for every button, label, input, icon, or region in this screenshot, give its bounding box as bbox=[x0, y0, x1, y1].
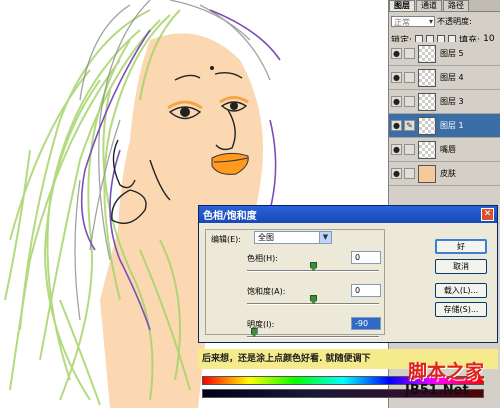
portrait-sketch-icon bbox=[4, 0, 281, 408]
link-slot-icon[interactable] bbox=[404, 96, 415, 107]
eye-icon[interactable]: ● bbox=[391, 144, 402, 155]
brush-icon[interactable]: ✎ bbox=[404, 120, 415, 131]
close-icon[interactable]: ✕ bbox=[481, 208, 494, 221]
link-slot-icon[interactable] bbox=[404, 48, 415, 59]
eye-icon[interactable]: ● bbox=[391, 120, 402, 131]
cancel-button[interactable]: 取消 bbox=[435, 259, 487, 274]
chevron-down-icon: ▼ bbox=[319, 232, 331, 243]
eye-icon[interactable]: ● bbox=[391, 96, 402, 107]
layer-list: ● 图层 5 ● 图层 4 ● 图层 3 ● ✎ 图层 1 ● 嘴唇 ● 皮肤 bbox=[389, 42, 500, 186]
dialog-title: 色相/饱和度 bbox=[203, 211, 257, 222]
eye-icon[interactable]: ● bbox=[391, 48, 402, 59]
panel-tabs: 图层 通道 路径 bbox=[389, 0, 500, 12]
tab-layers[interactable]: 图层 bbox=[389, 0, 415, 11]
opacity-label: 不透明度: bbox=[437, 16, 472, 26]
link-slot-icon[interactable] bbox=[404, 72, 415, 83]
layer-thumbnail bbox=[418, 164, 436, 183]
layers-panel: 图层 通道 路径 正常 不透明度: 锁定: 填充: 10 ● 图层 5 ● 图层… bbox=[388, 0, 500, 408]
layer-thumbnail bbox=[418, 92, 436, 111]
layer-thumbnail bbox=[418, 68, 436, 87]
layer-name: 嘴唇 bbox=[440, 145, 456, 154]
layer-row[interactable]: ● 图层 5 bbox=[389, 42, 500, 66]
eye-icon[interactable]: ● bbox=[391, 72, 402, 83]
watermark-url: JB51.Net bbox=[405, 383, 469, 398]
load-button[interactable]: 载入(L)... bbox=[435, 283, 487, 298]
layer-thumbnail bbox=[418, 44, 436, 63]
eye-icon[interactable]: ● bbox=[391, 168, 402, 179]
hue-input[interactable]: 0 bbox=[351, 251, 381, 264]
layer-row-selected[interactable]: ● ✎ 图层 1 bbox=[389, 114, 500, 138]
watermark-text: 脚本之家 bbox=[408, 361, 485, 383]
layer-name: 图层 1 bbox=[440, 121, 464, 130]
layer-name: 图层 4 bbox=[440, 73, 464, 82]
edit-label: 编辑(E): bbox=[211, 235, 241, 244]
edit-select-value: 全图 bbox=[258, 233, 274, 242]
tab-paths[interactable]: 路径 bbox=[443, 0, 469, 11]
layer-thumbnail bbox=[418, 140, 436, 159]
saturation-label: 饱和度(A): bbox=[247, 287, 286, 296]
layer-row[interactable]: ● 嘴唇 bbox=[389, 138, 500, 162]
layer-thumbnail bbox=[418, 116, 436, 135]
dialog-titlebar[interactable]: 色相/饱和度 bbox=[199, 206, 497, 223]
layer-row[interactable]: ● 皮肤 bbox=[389, 162, 500, 186]
layer-name: 图层 3 bbox=[440, 97, 464, 106]
link-slot-icon[interactable] bbox=[404, 144, 415, 155]
lightness-input[interactable]: -90 bbox=[351, 317, 381, 330]
lightness-slider-track[interactable] bbox=[247, 336, 379, 338]
ok-button[interactable]: 好 bbox=[435, 239, 487, 254]
canvas[interactable] bbox=[0, 0, 388, 408]
saturation-input[interactable]: 0 bbox=[351, 284, 381, 297]
blend-mode-select[interactable]: 正常 bbox=[391, 15, 435, 27]
layer-name: 图层 5 bbox=[440, 49, 464, 58]
layer-row[interactable]: ● 图层 3 bbox=[389, 90, 500, 114]
layer-name: 皮肤 bbox=[440, 169, 456, 178]
tab-channels[interactable]: 通道 bbox=[416, 0, 442, 11]
edit-select[interactable]: 全图 ▼ bbox=[254, 231, 332, 244]
hue-saturation-dialog: 色相/饱和度 ✕ 编辑(E): 全图 ▼ 色相(H): 0 饱和度(A): 0 … bbox=[198, 205, 498, 343]
blend-row: 正常 不透明度: bbox=[389, 14, 500, 28]
hue-label: 色相(H): bbox=[247, 254, 278, 263]
layer-row[interactable]: ● 图层 4 bbox=[389, 66, 500, 90]
link-slot-icon[interactable] bbox=[404, 168, 415, 179]
save-button[interactable]: 存储(S)... bbox=[435, 302, 487, 317]
